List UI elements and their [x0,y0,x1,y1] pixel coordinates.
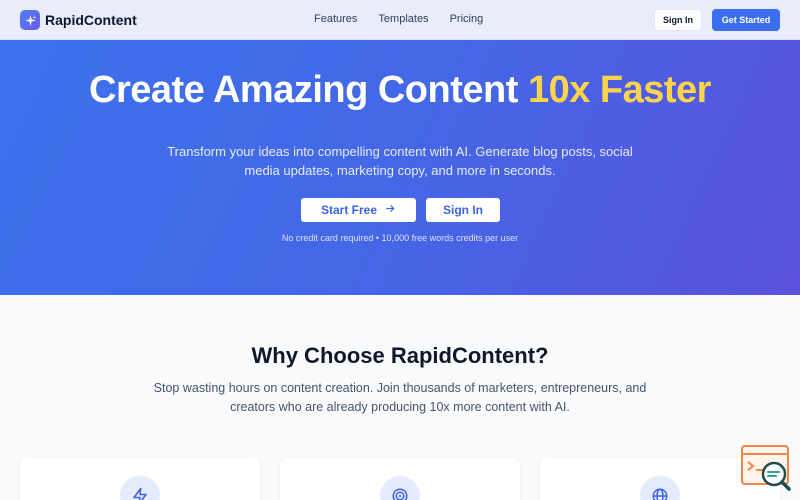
why-subtitle: Stop wasting hours on content creation. … [153,381,647,414]
hero-title-accent: 10x Faster [527,69,712,111]
top-navbar: RapidContent Features Templates Pricing … [0,0,800,40]
support-chat-widget-icon[interactable] [740,444,792,492]
get-started-button[interactable]: Get Started [712,9,780,31]
nav-link-features[interactable]: Features [314,13,357,25]
brand-logo[interactable]: RapidContent [20,10,137,30]
nav-links: Features Templates Pricing [314,13,483,25]
hero-title: Create Amazing Content 10x Faster [0,69,800,112]
hero-title-main: Create Amazing Content [89,69,528,111]
hero-section: Create Amazing Content 10x Faster Transf… [0,40,800,295]
nav-link-templates[interactable]: Templates [378,13,428,25]
start-free-label: Start Free [320,203,378,217]
sparkle-icon [20,10,40,30]
feature-card [280,458,520,500]
nav-link-pricing[interactable]: Pricing [450,13,484,25]
lightning-icon [120,476,160,500]
hero-note: No credit card required • 10,000 free wo… [281,233,519,243]
hero-subtitle: Transform your ideas into compelling con… [167,144,633,178]
feature-card [20,458,260,500]
why-title: Why Choose RapidContent? [251,343,549,368]
nav-sign-in-button[interactable]: Sign In [654,9,702,31]
start-free-button[interactable]: Start Free [301,198,416,222]
arrow-right-icon [385,203,396,217]
brand-name: RapidContent [45,12,137,28]
hero-sign-in-button[interactable]: Sign In [426,198,500,222]
globe-icon [640,476,680,500]
target-icon [380,476,420,500]
